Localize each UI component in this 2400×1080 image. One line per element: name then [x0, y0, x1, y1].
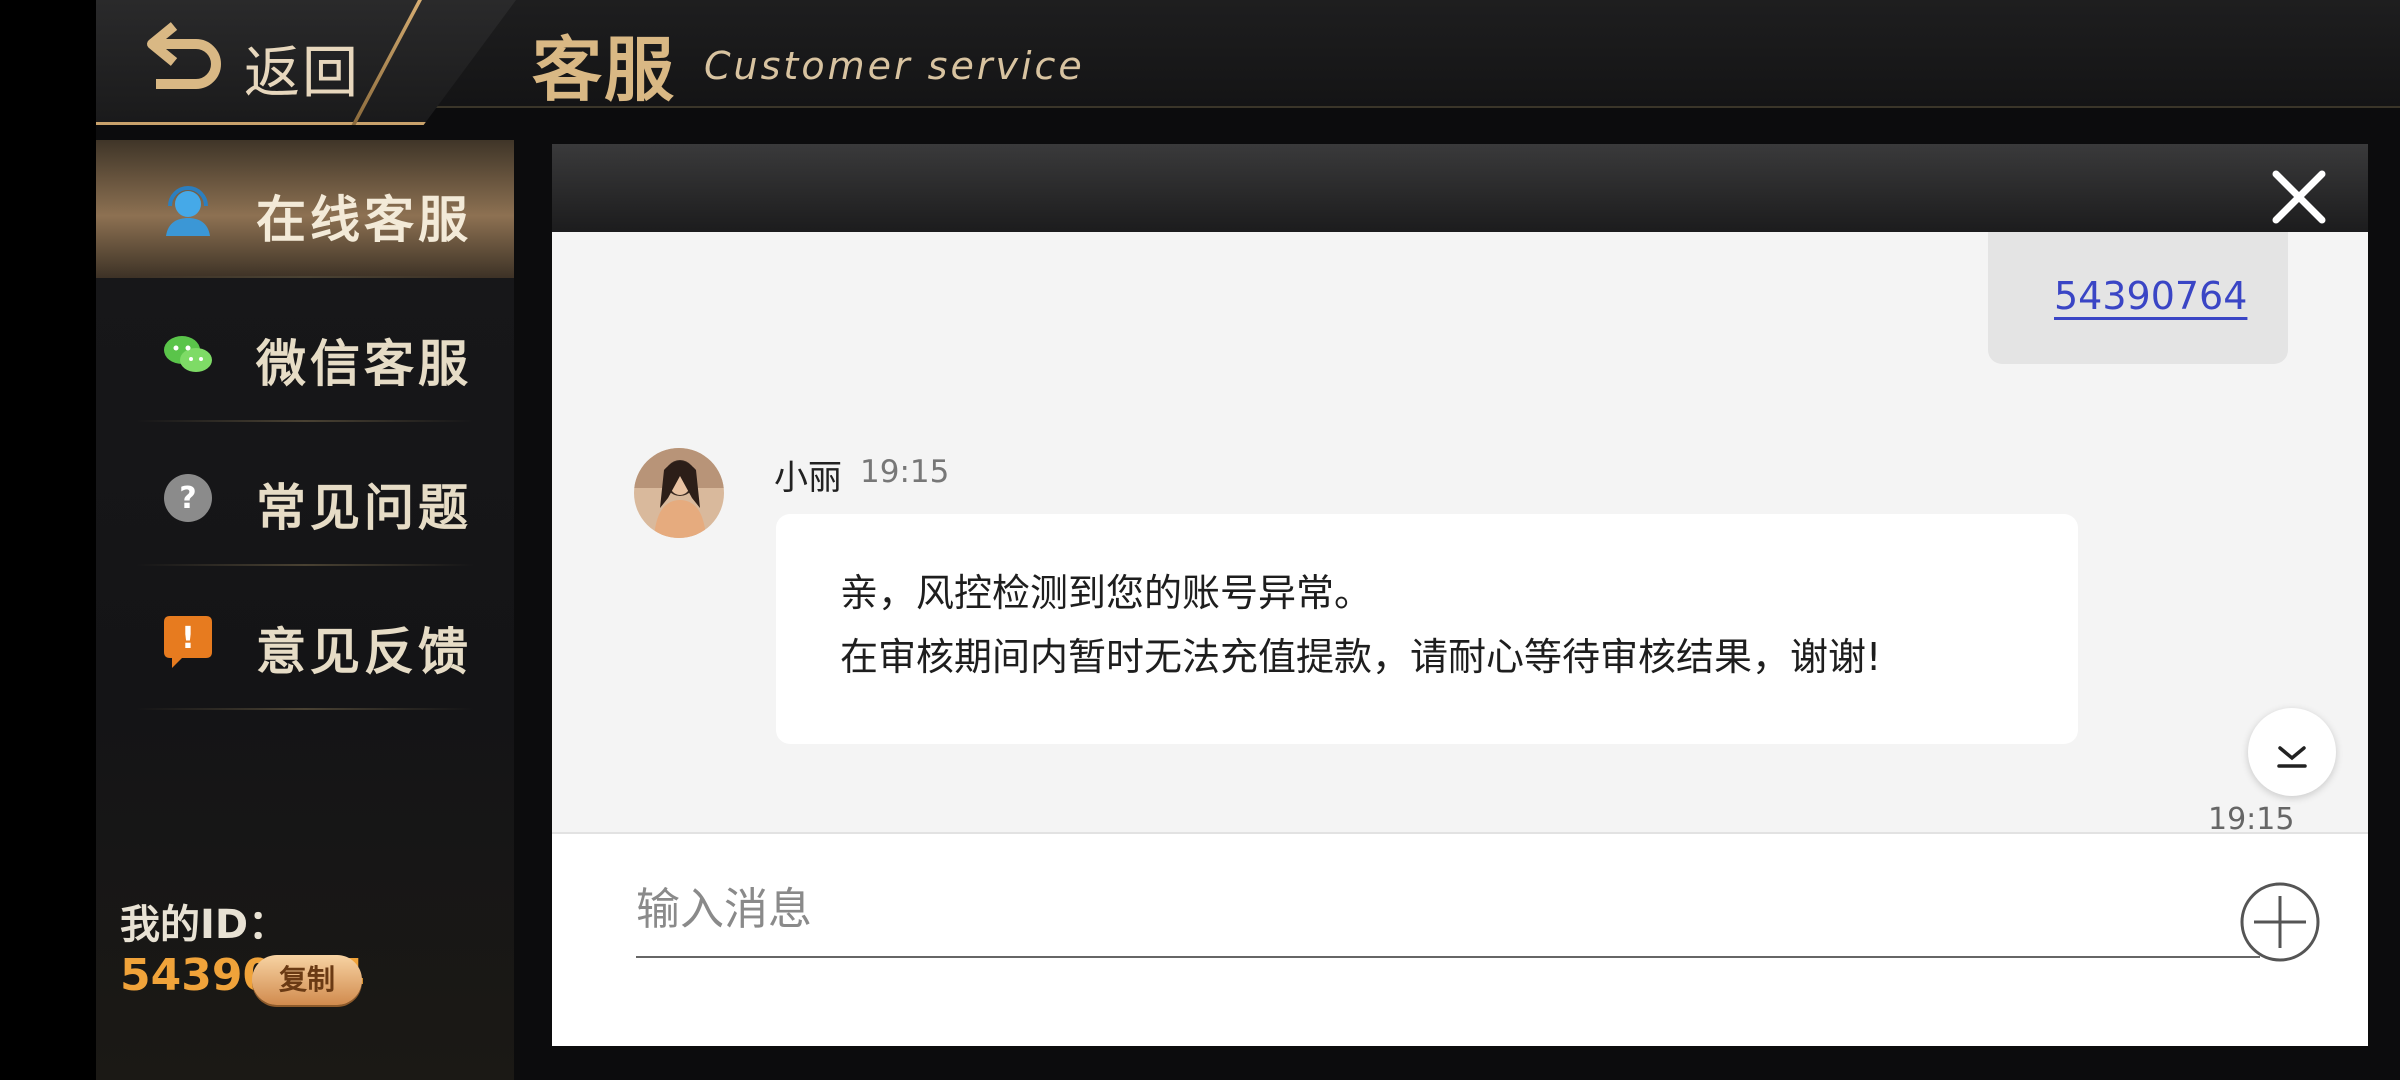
sidebar-item-label: 意见反馈: [256, 623, 472, 681]
message-line: 在审核期间内暂时无法充值提款，请耐心等待审核结果，谢谢!: [840, 635, 1882, 679]
message-composer: [552, 832, 2368, 1046]
outgoing-message-link[interactable]: 54390764: [2054, 274, 2247, 318]
incoming-message-bubble: 亲，风控检测到您的账号异常。 在审核期间内暂时无法充值提款，请耐心等待审核结果，…: [776, 514, 2078, 744]
message-time: 19:15: [860, 454, 950, 490]
message-input[interactable]: [636, 874, 2260, 958]
copy-id-button[interactable]: 复制: [252, 955, 362, 1005]
wechat-icon: [164, 336, 212, 372]
customer-service-app: 返回 客服 Customer service 在线客服 微信客服 ? 常见问题 …: [96, 0, 2400, 1080]
scroll-to-bottom-button[interactable]: [2248, 708, 2336, 796]
close-icon[interactable]: [2270, 168, 2328, 226]
chat-panel: 54390764 小丽 19:15 亲，风控检测到您的账号异常。 在审核期间内暂…: [552, 144, 2368, 1046]
sidebar-item-feedback[interactable]: ! 意见反馈: [96, 572, 514, 710]
question-icon: ?: [164, 474, 212, 522]
outgoing-message-bubble: 54390764: [1988, 232, 2288, 364]
my-id-label: 我的ID：: [120, 902, 289, 948]
sender-name: 小丽: [774, 458, 842, 498]
sidebar-item-wechat-service[interactable]: 微信客服: [96, 284, 514, 422]
svg-text:?: ?: [179, 481, 196, 516]
sidebar-item-label: 微信客服: [256, 335, 472, 393]
feedback-icon: !: [164, 616, 212, 668]
sidebar: 在线客服 微信客服 ? 常见问题 ! 意见反馈 我的ID：54390764 复制: [96, 140, 514, 1080]
back-button[interactable]: 返回: [244, 28, 360, 109]
page-subtitle: Customer service: [704, 44, 1085, 88]
chat-topbar: [552, 144, 2368, 232]
message-line: 亲，风控检测到您的账号异常。: [840, 571, 1373, 615]
agent-avatar-icon: [634, 448, 724, 538]
sidebar-item-label: 在线客服: [256, 191, 472, 249]
avatar[interactable]: [634, 448, 724, 538]
sidebar-item-label: 常见问题: [256, 479, 472, 537]
svg-text:!: !: [181, 621, 195, 656]
chevron-down-icon: [2277, 746, 2307, 768]
headset-icon: [166, 186, 210, 236]
header-bar: 返回 客服 Customer service: [96, 0, 2400, 125]
plus-icon[interactable]: [2240, 882, 2320, 962]
back-arrow-icon[interactable]: [144, 18, 228, 98]
page-title: 客服: [532, 29, 676, 111]
sidebar-item-faq[interactable]: ? 常见问题: [96, 428, 514, 566]
sidebar-item-online-service[interactable]: 在线客服: [96, 140, 514, 278]
